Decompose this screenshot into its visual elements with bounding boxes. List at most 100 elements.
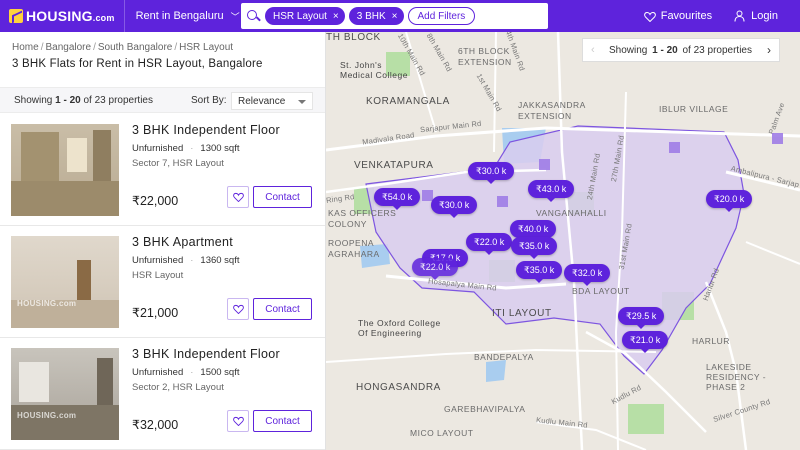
map-label-iti: ITI LAYOUT bbox=[492, 308, 552, 319]
map-label-th-block: TH BLOCK bbox=[326, 32, 381, 43]
listing-title[interactable]: 3 BHK Apartment bbox=[132, 235, 233, 249]
listing-marker[interactable] bbox=[669, 142, 680, 153]
listing-meta: Unfurnished · 1360 sqft bbox=[132, 255, 240, 266]
close-icon[interactable]: × bbox=[333, 11, 339, 22]
price-pin[interactable]: ₹20.0 k bbox=[706, 190, 753, 212]
breadcrumb-bangalore[interactable]: Bangalore bbox=[45, 42, 91, 53]
sort-dropdown[interactable]: Relevance bbox=[231, 92, 313, 110]
furnishing: Unfurnished bbox=[132, 143, 184, 154]
contact-button[interactable]: Contact bbox=[253, 298, 312, 320]
chevron-down-icon: ﹀ bbox=[230, 11, 240, 22]
map-label-jakkasandra: JAKKASANDRA EXTENSION bbox=[518, 100, 586, 121]
property-photo[interactable]: HOUSING.com bbox=[11, 348, 119, 440]
price-pin[interactable]: ₹54.0 k bbox=[374, 188, 421, 210]
price-pin[interactable]: ₹40.0 k bbox=[510, 220, 557, 242]
price-pin[interactable]: ₹35.0 k bbox=[511, 237, 558, 259]
listing-card[interactable]: HOUSING.com 3 BHK Independent Floor Unfu… bbox=[0, 338, 325, 450]
price-pin[interactable]: ₹32.0 k bbox=[564, 264, 611, 286]
map-label-garebhavipalya: GAREBHAVIPALYA bbox=[444, 404, 526, 414]
listing-meta: Unfurnished · 1500 sqft bbox=[132, 367, 240, 378]
add-filters-button[interactable]: Add Filters bbox=[407, 7, 476, 25]
listing-meta: Unfurnished · 1300 sqft bbox=[132, 143, 240, 154]
listing-price: ₹22,000 bbox=[132, 194, 179, 208]
price-pin[interactable]: ₹30.0 k bbox=[468, 162, 515, 184]
map-label-iblur: IBLUR VILLAGE bbox=[659, 104, 729, 114]
listing-price: ₹32,000 bbox=[132, 418, 179, 432]
map-label-vanganahalli: VANGANAHALLI bbox=[536, 208, 607, 218]
listing-title[interactable]: 3 BHK Independent Floor bbox=[132, 347, 280, 361]
area: 1500 sqft bbox=[200, 367, 240, 378]
map-results-paginator: ‹ Showing 1 - 20 of 23 properties › bbox=[582, 38, 780, 62]
breadcrumb-hsr-layout[interactable]: HSR Layout bbox=[179, 42, 233, 53]
filter-chip-3bhk[interactable]: 3 BHK × bbox=[348, 7, 404, 25]
heart-icon bbox=[643, 11, 656, 22]
photo-watermark: HOUSING.com bbox=[17, 299, 77, 308]
contact-button[interactable]: Contact bbox=[253, 186, 312, 208]
property-photo[interactable]: HOUSING.com bbox=[11, 236, 119, 328]
heart-icon bbox=[232, 192, 244, 202]
favourite-button[interactable] bbox=[227, 410, 249, 432]
housing-logo[interactable]: HOUSING.com bbox=[9, 0, 115, 32]
price-pin[interactable]: ₹43.0 k bbox=[528, 180, 575, 202]
listing-location: HSR Layout bbox=[132, 270, 184, 281]
results-bar: Showing 1 - 20 of 23 properties Sort By:… bbox=[0, 87, 325, 113]
price-pin[interactable]: ₹35.0 k bbox=[516, 261, 563, 283]
map-label-koramangala: KORAMANGALA bbox=[366, 96, 450, 107]
property-photo[interactable] bbox=[11, 124, 119, 216]
listing-location: Sector 2, HSR Layout bbox=[132, 382, 224, 393]
city-label: Rent in Bengaluru bbox=[135, 10, 224, 22]
map-label-6th-block: 6TH BLOCK EXTENSION bbox=[458, 46, 512, 67]
furnishing: Unfurnished bbox=[132, 367, 184, 378]
price-pin[interactable]: ₹30.0 k bbox=[431, 196, 478, 218]
heart-icon bbox=[232, 304, 244, 314]
logo-text: HOUSING.com bbox=[26, 8, 115, 24]
map-label-kas-colony: KAS OFFICERS COLONY bbox=[328, 208, 397, 229]
filter-chip-hsr-layout[interactable]: HSR Layout × bbox=[265, 7, 345, 25]
map-label-bda: BDA LAYOUT bbox=[572, 286, 630, 296]
map-label-harlur: HARLUR bbox=[692, 336, 730, 346]
close-icon[interactable]: × bbox=[392, 11, 398, 22]
breadcrumb: Home / Bangalore / South Bangalore / HSR La… bbox=[12, 42, 234, 53]
search-icon bbox=[246, 9, 260, 23]
user-icon bbox=[734, 10, 745, 22]
breadcrumb-home[interactable]: Home bbox=[12, 42, 39, 53]
map-view[interactable]: TH BLOCK St. John's Medical College 6TH … bbox=[326, 32, 800, 450]
favourite-button[interactable] bbox=[227, 298, 249, 320]
page-title: 3 BHK Flats for Rent in HSR Layout, Bang… bbox=[12, 58, 263, 70]
listing-marker[interactable] bbox=[772, 133, 783, 144]
price-pin[interactable]: ₹21.0 k bbox=[622, 331, 669, 353]
favourites-link[interactable]: Favourites bbox=[643, 10, 712, 22]
price-pin[interactable]: ₹22.0 k bbox=[466, 233, 513, 255]
top-header: HOUSING.com Rent in Bengaluru ﹀ HSR Layo… bbox=[0, 0, 800, 32]
price-pin[interactable]: ₹29.5 k bbox=[618, 307, 665, 329]
chevron-right-icon[interactable]: › bbox=[767, 43, 771, 57]
map-label-lakeside: LAKESIDE RESIDENCY - PHASE 2 bbox=[706, 362, 767, 392]
listing-title[interactable]: 3 BHK Independent Floor bbox=[132, 123, 280, 137]
listing-card[interactable]: HOUSING.com 3 BHK Apartment Unfurnished ·… bbox=[0, 226, 325, 338]
heart-icon bbox=[232, 416, 244, 426]
header-divider bbox=[123, 0, 125, 32]
area: 1360 sqft bbox=[200, 255, 240, 266]
breadcrumb-south-bangalore[interactable]: South Bangalore bbox=[98, 42, 173, 53]
listing-location: Sector 7, HSR Layout bbox=[132, 158, 224, 169]
map-label-venkatapura: VENKATAPURA bbox=[354, 160, 434, 171]
listing-price: ₹21,000 bbox=[132, 306, 179, 320]
contact-button[interactable]: Contact bbox=[253, 410, 312, 432]
results-count: Showing 1 - 20 of 23 properties bbox=[14, 95, 153, 106]
price-pin[interactable]: ₹22.0 k bbox=[412, 258, 459, 280]
listing-marker[interactable] bbox=[497, 196, 508, 207]
listing-panel: Home / Bangalore / South Bangalore / HSR La… bbox=[0, 32, 326, 450]
logo-icon bbox=[9, 9, 23, 23]
chevron-left-icon[interactable]: ‹ bbox=[591, 44, 595, 56]
listing-card[interactable]: 3 BHK Independent Floor Unfurnished · 1300… bbox=[0, 114, 325, 226]
photo-watermark: HOUSING.com bbox=[17, 411, 77, 420]
city-selector[interactable]: Rent in Bengaluru ﹀ bbox=[136, 10, 240, 23]
login-link[interactable]: Login bbox=[734, 10, 778, 22]
map-label-oxford: The Oxford College Of Engineering bbox=[358, 318, 441, 338]
listing-marker[interactable] bbox=[539, 159, 550, 170]
favourite-button[interactable] bbox=[227, 186, 249, 208]
furnishing: Unfurnished bbox=[132, 255, 184, 266]
search-box[interactable]: HSR Layout × 3 BHK × Add Filters bbox=[241, 3, 548, 29]
map-label-roopena: ROOPENA AGRAHARA bbox=[328, 238, 380, 259]
map-label-mico: MICO LAYOUT bbox=[410, 428, 474, 438]
